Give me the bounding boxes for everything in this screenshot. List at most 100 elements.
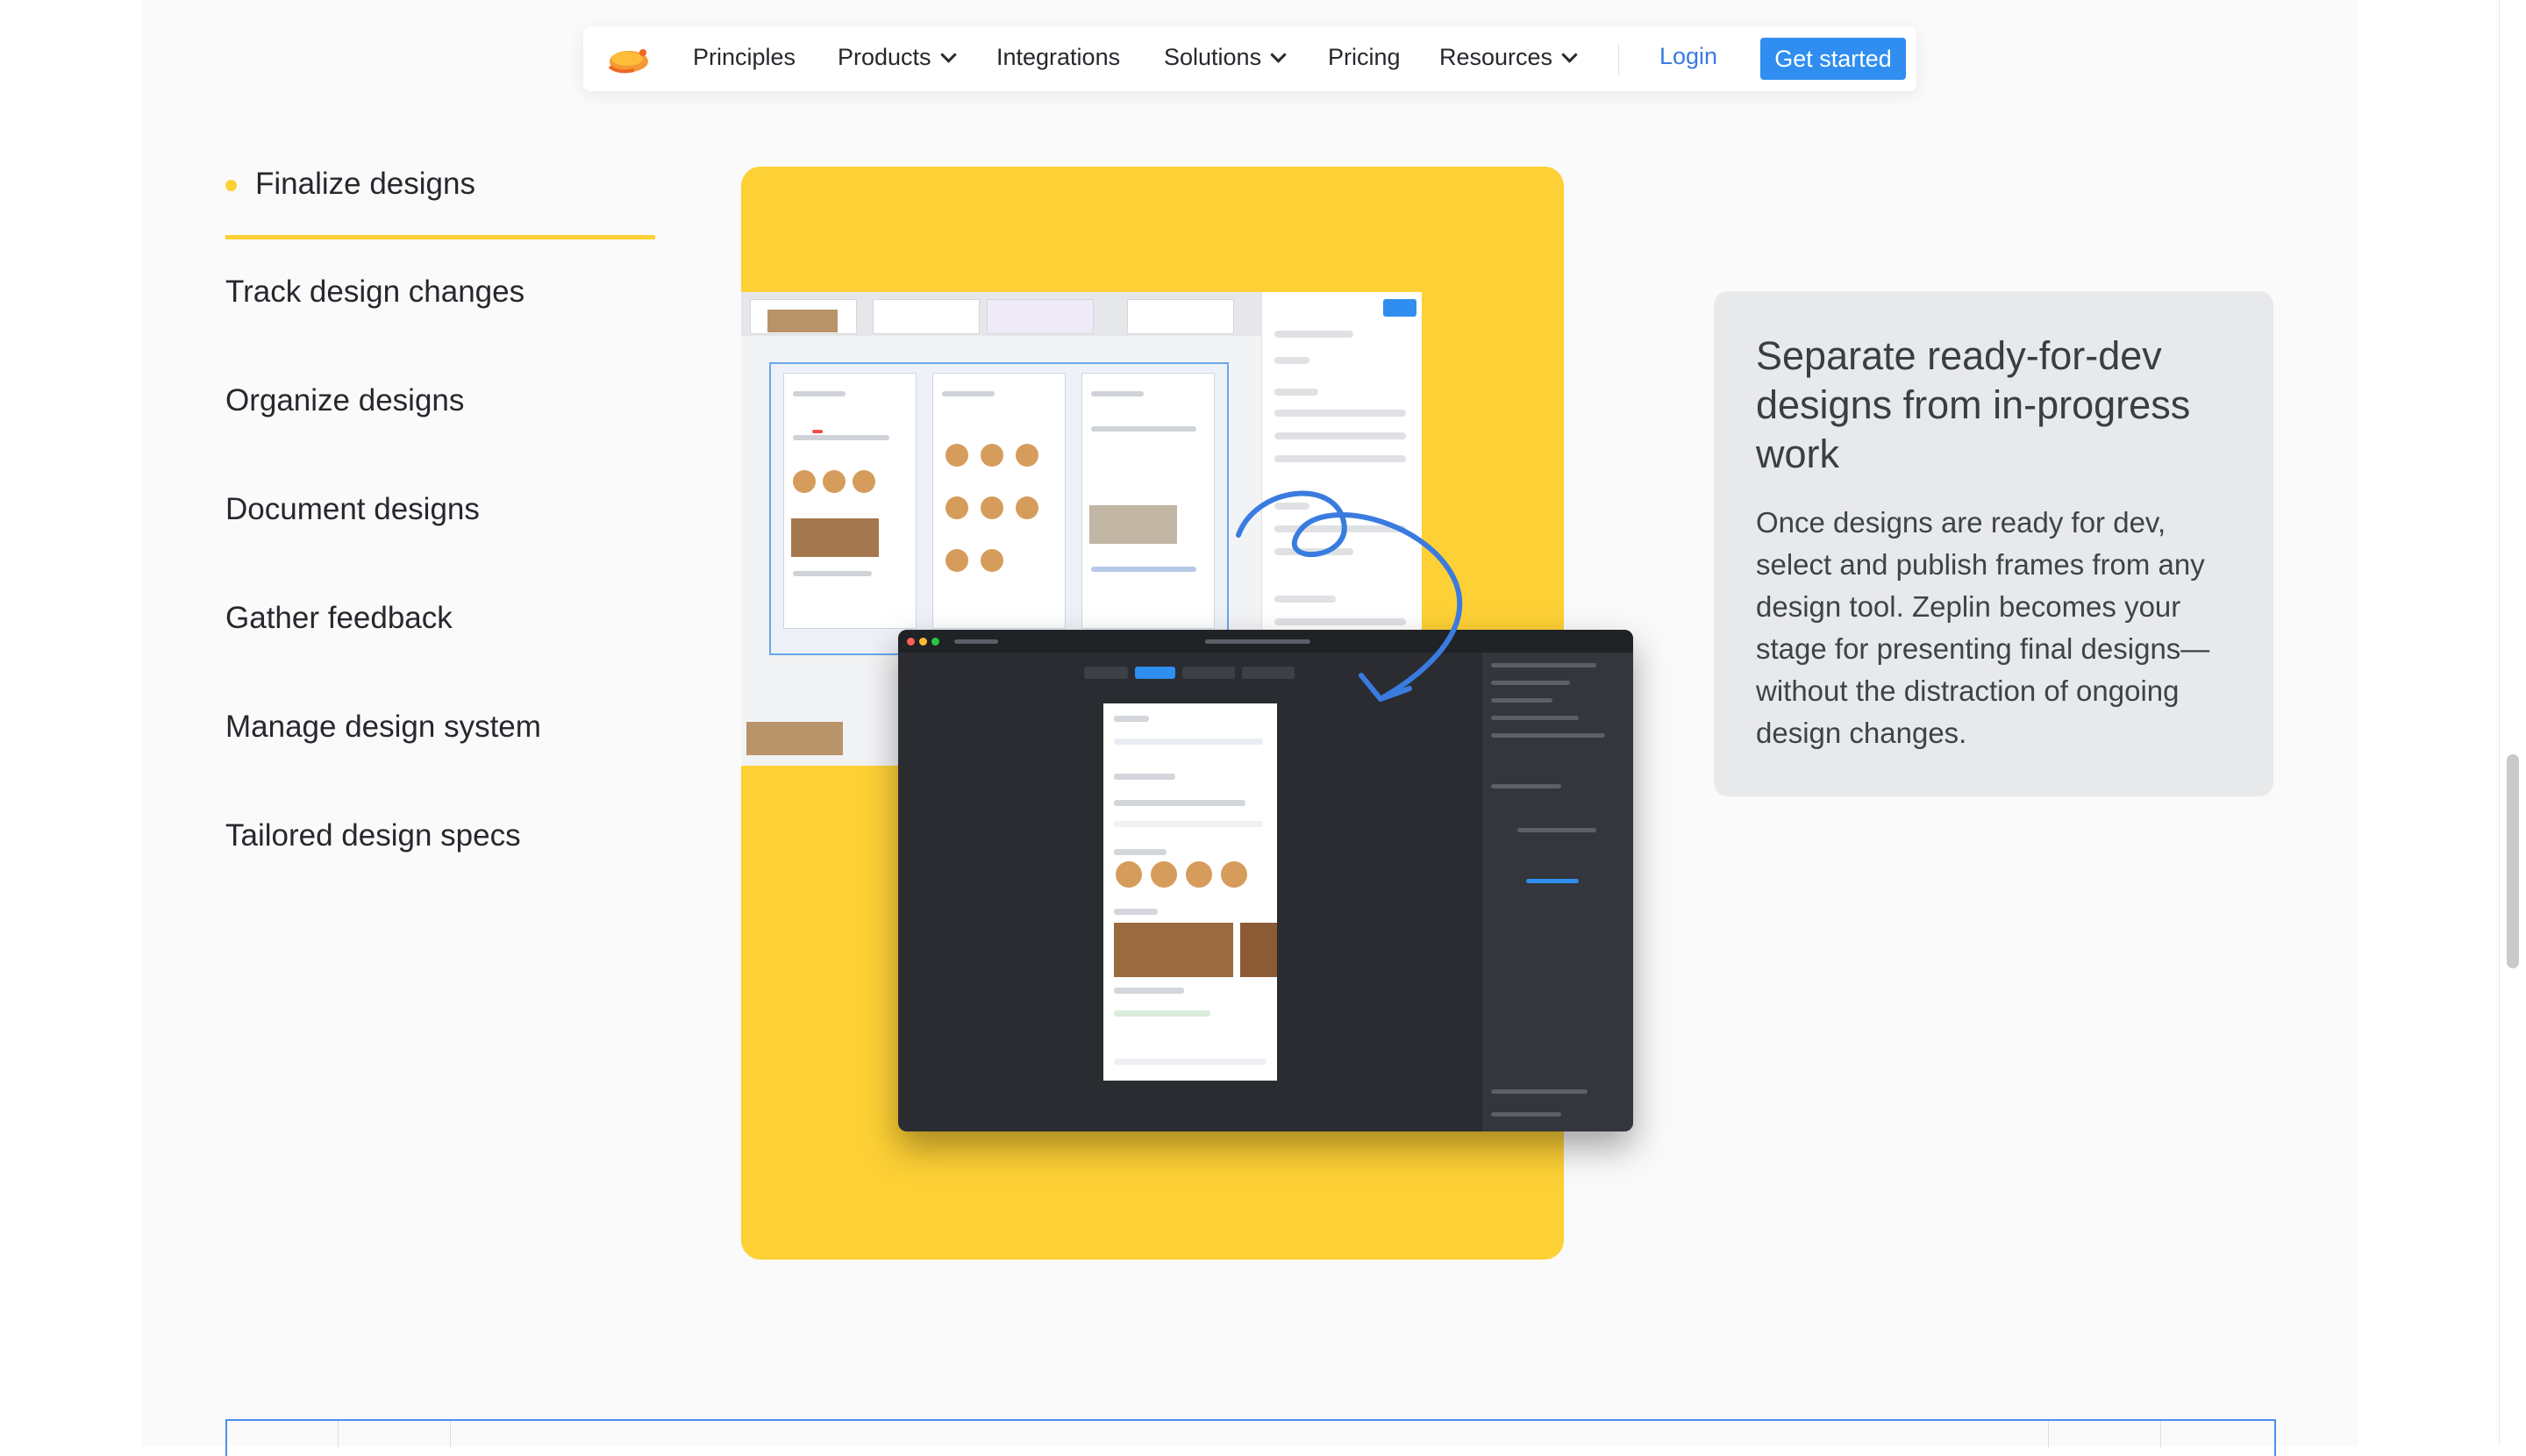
page-scrollbar-track[interactable] <box>2499 0 2526 1445</box>
panel-row <box>1274 389 1318 396</box>
nav-item-label: Pricing <box>1328 44 1401 70</box>
panel-row <box>1274 410 1406 417</box>
next-section-frame <box>225 1419 2276 1456</box>
feature-tab-tailored-design-specs[interactable]: Tailored design specs <box>225 818 655 927</box>
nav-item-integrations[interactable]: Integrations <box>996 44 1120 71</box>
dining-options-sheet <box>1091 567 1196 572</box>
food-photo <box>1240 923 1277 977</box>
frame-guide-line <box>2048 1421 2049 1447</box>
nav-item-resources[interactable]: Resources <box>1439 44 1578 71</box>
food-photo <box>1114 923 1233 977</box>
phone-frame <box>783 373 917 629</box>
food-photo <box>1089 505 1177 544</box>
nav-divider <box>1618 44 1619 75</box>
phone-frame <box>932 373 1066 629</box>
selected-frame-group <box>769 362 1229 655</box>
cursor-tag <box>812 430 823 433</box>
feature-tab-label: Manage design system <box>225 710 541 744</box>
frame-guide-line <box>338 1421 339 1447</box>
feature-tab-label: Document designs <box>225 492 480 526</box>
panel-row <box>1274 331 1353 338</box>
screen-tabbar <box>1114 1059 1267 1065</box>
screen-toggle <box>1114 739 1263 745</box>
published-screen <box>1103 703 1277 1081</box>
curved-arrow-icon <box>1236 490 1463 702</box>
food-icon <box>945 496 968 519</box>
get-started-button[interactable]: Get started <box>1760 38 1906 80</box>
food-icon <box>793 470 816 493</box>
feature-tab-label: Organize designs <box>225 383 465 418</box>
maximize-window-icon <box>931 638 939 646</box>
phone-text-line <box>1091 391 1144 396</box>
feature-tab-label: Finalize designs <box>255 167 475 201</box>
sidebar-line <box>1491 716 1579 720</box>
thumbnail-photo <box>767 310 838 332</box>
thumbnail <box>987 299 1094 334</box>
thumbnail <box>873 299 980 334</box>
screen-text-line <box>1114 849 1167 855</box>
active-bullet-icon <box>225 180 237 191</box>
panel-row <box>1274 357 1309 364</box>
feature-tab-document-designs[interactable]: Document designs <box>225 492 655 601</box>
sidebar-line <box>1491 681 1570 685</box>
share-button <box>1383 299 1416 317</box>
tab-active <box>1135 667 1175 679</box>
sidebar-line <box>1491 1089 1588 1094</box>
nav-item-label: Integrations <box>996 44 1121 70</box>
annotations-sidebar <box>1482 653 1633 1131</box>
phone-text-line <box>1091 426 1196 432</box>
feature-tab-manage-design-system[interactable]: Manage design system <box>225 710 655 818</box>
sidebar-link-line <box>1526 879 1579 883</box>
zeplin-logo-icon[interactable] <box>603 40 652 79</box>
nav-item-label: Solutions <box>1164 44 1262 70</box>
feature-tab-label: Tailored design specs <box>225 818 521 853</box>
page-scrollbar-thumb[interactable] <box>2507 754 2519 968</box>
screen-card <box>1114 1010 1210 1017</box>
phone-text-line <box>793 435 889 440</box>
nav-item-principles[interactable]: Principles <box>693 44 796 71</box>
sidebar-line <box>1491 663 1596 667</box>
panel-row <box>1274 455 1406 462</box>
nav-item-label: Principles <box>693 44 796 70</box>
food-icon <box>823 470 846 493</box>
feature-tab-track-design-changes[interactable]: Track design changes <box>225 275 655 383</box>
screen-text-line <box>1114 909 1158 915</box>
food-icon <box>981 444 1003 467</box>
food-icon <box>1016 444 1038 467</box>
feature-tab-organize-designs[interactable]: Organize designs <box>225 383 655 492</box>
food-icon <box>981 549 1003 572</box>
feature-tab-finalize-designs[interactable]: Finalize designs <box>225 167 655 239</box>
thumbnail-photo <box>746 722 843 755</box>
breadcrumb-line <box>954 639 998 644</box>
food-icon <box>945 444 968 467</box>
top-navbar: Principles Products Integrations Solutio… <box>583 26 1916 91</box>
nav-item-products[interactable]: Products <box>838 44 957 71</box>
screen-text-line <box>1114 774 1175 780</box>
nav-item-label: Products <box>838 44 931 70</box>
chevron-down-icon <box>1561 46 1578 63</box>
sidebar-line <box>1491 1112 1561 1117</box>
screen-search <box>1114 821 1263 827</box>
info-card: Separate ready-for-dev designs from in-p… <box>1714 291 2273 796</box>
close-window-icon <box>907 638 915 646</box>
phone-text-line <box>942 391 995 396</box>
info-card-body: Once designs are ready for dev, select a… <box>1756 506 2210 749</box>
feature-tab-gather-feedback[interactable]: Gather feedback <box>225 601 655 710</box>
feature-tab-label: Track design changes <box>225 275 525 309</box>
nav-item-solutions[interactable]: Solutions <box>1164 44 1287 71</box>
login-link[interactable]: Login <box>1659 43 1717 70</box>
chevron-down-icon <box>1270 46 1287 63</box>
food-icon <box>1016 496 1038 519</box>
screen-text-line <box>1114 716 1149 722</box>
food-icon <box>945 549 968 572</box>
chevron-down-icon <box>939 46 957 63</box>
food-icon <box>1221 861 1247 888</box>
food-icon <box>1186 861 1212 888</box>
sidebar-line <box>1491 733 1605 738</box>
nav-item-pricing[interactable]: Pricing <box>1328 44 1401 71</box>
food-icon <box>1151 861 1177 888</box>
nav-item-label: Resources <box>1439 44 1553 70</box>
phone-text-line <box>793 391 846 396</box>
feature-tab-label: Gather feedback <box>225 601 453 635</box>
info-card-title: Separate ready-for-dev designs from in-p… <box>1756 333 2191 476</box>
